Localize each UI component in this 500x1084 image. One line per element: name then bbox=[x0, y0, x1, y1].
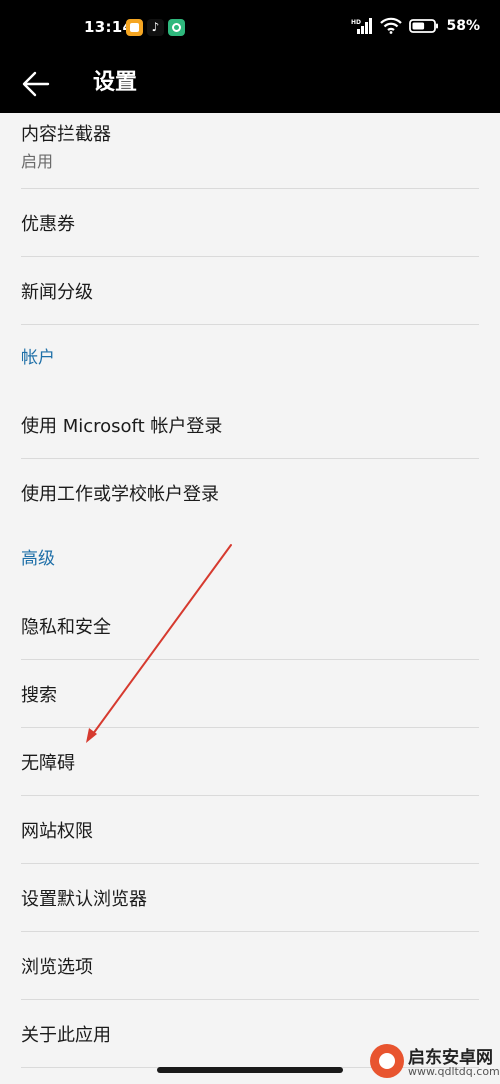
settings-item-work-login[interactable]: 使用工作或学校帐户登录 bbox=[21, 459, 479, 526]
watermark: 启东安卓网 www.qdltdq.com bbox=[360, 1040, 500, 1084]
settings-item-label: 无障碍 bbox=[21, 753, 75, 774]
settings-item-privacy[interactable]: 隐私和安全 bbox=[21, 592, 479, 660]
settings-item-accessibility[interactable]: 无障碍 bbox=[21, 728, 479, 796]
home-indicator[interactable] bbox=[157, 1067, 343, 1073]
wifi-icon bbox=[380, 17, 403, 34]
notification-icons: ♪ bbox=[126, 19, 185, 36]
settings-item-browsing-options[interactable]: 浏览选项 bbox=[21, 932, 479, 1000]
settings-item-label: 浏览选项 bbox=[21, 957, 93, 978]
arrow-left-icon bbox=[22, 71, 50, 97]
settings-item-label: 使用工作或学校帐户登录 bbox=[21, 484, 219, 505]
back-button[interactable] bbox=[18, 64, 58, 104]
settings-item-coupons[interactable]: 优惠券 bbox=[21, 189, 479, 257]
watermark-logo-icon bbox=[370, 1044, 404, 1078]
app-bar: 设置 bbox=[0, 56, 500, 113]
notes-app-icon bbox=[126, 19, 143, 36]
tiktok-app-icon: ♪ bbox=[147, 19, 164, 36]
battery-icon bbox=[409, 18, 439, 33]
network-type: HD bbox=[351, 19, 361, 26]
watermark-url: www.qdltdq.com bbox=[408, 1065, 500, 1078]
page-title: 设置 bbox=[93, 70, 138, 95]
settings-list: 内容拦截器 启用 优惠券 新闻分级 帐户 使用 Microsoft 帐户登录 使… bbox=[0, 113, 500, 1068]
status-indicators: HD 58% bbox=[351, 17, 480, 34]
settings-item-label: 网站权限 bbox=[21, 821, 93, 842]
section-header-advanced: 高级 bbox=[21, 549, 55, 569]
settings-item-news-level[interactable]: 新闻分级 bbox=[21, 257, 479, 325]
settings-item-label: 内容拦截器 bbox=[21, 124, 111, 145]
settings-item-content-blocker[interactable]: 内容拦截器 启用 bbox=[21, 113, 479, 189]
settings-item-microsoft-login[interactable]: 使用 Microsoft 帐户登录 bbox=[21, 391, 479, 459]
settings-item-label: 隐私和安全 bbox=[21, 617, 111, 638]
settings-item-search[interactable]: 搜索 bbox=[21, 660, 479, 728]
settings-item-label: 优惠券 bbox=[21, 214, 75, 235]
signal-icon: HD bbox=[351, 17, 373, 34]
battery-percent: 58% bbox=[446, 17, 480, 34]
settings-item-label: 使用 Microsoft 帐户登录 bbox=[21, 416, 223, 437]
settings-item-label: 设置默认浏览器 bbox=[21, 889, 147, 910]
settings-item-value: 启用 bbox=[21, 152, 54, 171]
settings-item-label: 搜索 bbox=[21, 685, 57, 706]
settings-item-site-permissions[interactable]: 网站权限 bbox=[21, 796, 479, 864]
settings-item-default-browser[interactable]: 设置默认浏览器 bbox=[21, 864, 479, 932]
top-bar: 13:14 ♪ HD 58% 设置 bbox=[0, 0, 500, 113]
status-bar: 13:14 ♪ HD 58% bbox=[0, 0, 500, 56]
settings-item-label: 新闻分级 bbox=[21, 282, 93, 303]
settings-app-icon bbox=[168, 19, 185, 36]
section-header-account: 帐户 bbox=[21, 348, 55, 368]
